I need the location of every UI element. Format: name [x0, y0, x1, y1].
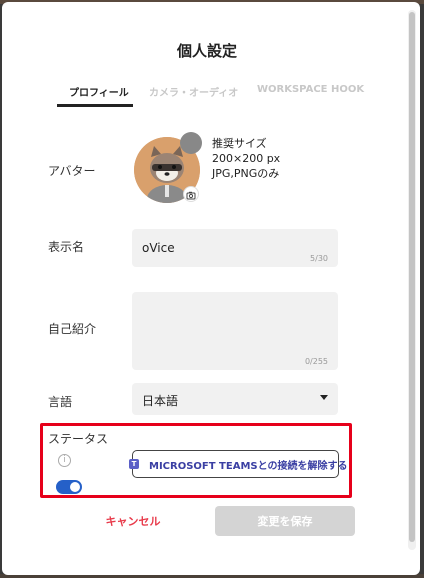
tab-bar: プロフィール カメラ・オーディオ WORKSPACE HOOK: [57, 84, 364, 106]
status-label: ステータス: [48, 432, 109, 446]
bio-counter: 0/255: [304, 357, 328, 366]
avatar-label: アバター: [48, 164, 96, 178]
chevron-down-icon: [320, 395, 328, 400]
active-tab-indicator: [57, 104, 133, 107]
status-toggle[interactable]: [56, 480, 82, 494]
tab-profile[interactable]: プロフィール: [69, 84, 129, 99]
disconnect-teams-label: MICROSOFT TEAMSとの接続を解除する: [149, 460, 348, 472]
display-name-counter: 5/30: [310, 254, 328, 263]
settings-dialog: 個人設定 プロフィール カメラ・オーディオ WORKSPACE HOOK アバタ…: [2, 2, 420, 575]
camera-icon[interactable]: [183, 186, 199, 202]
avatar-info-line: 200×200 px: [212, 152, 281, 165]
language-label: 言語: [48, 395, 73, 409]
scrollbar-thumb[interactable]: [409, 12, 415, 542]
avatar-requirements: 推奨サイズ 200×200 px JPG,PNGのみ: [212, 136, 280, 181]
bio-label: 自己紹介: [48, 322, 97, 336]
display-name-value: oVice: [142, 241, 175, 255]
toggle-knob: [70, 482, 80, 492]
disconnect-teams-button[interactable]: T MICROSOFT TEAMSとの接続を解除する: [129, 450, 348, 478]
avatar-info-line: JPG,PNGのみ: [212, 167, 280, 180]
avatar-status-badge: [180, 132, 202, 154]
language-select[interactable]: 日本語: [132, 383, 338, 415]
display-name-label: 表示名: [48, 240, 85, 254]
language-selected-value: 日本語: [142, 394, 179, 408]
bio-field[interactable]: 0/255: [132, 292, 338, 370]
avatar-info-line: 推奨サイズ: [212, 137, 267, 150]
info-icon[interactable]: i: [58, 454, 71, 467]
display-name-field[interactable]: oVice 5/30: [132, 229, 338, 267]
dialog-title: 個人設定: [176, 42, 237, 60]
tab-workspace-hook[interactable]: WORKSPACE HOOK: [257, 84, 364, 95]
cancel-button[interactable]: キャンセル: [88, 510, 178, 532]
save-changes-button[interactable]: 変更を保存: [215, 506, 355, 536]
microsoft-teams-icon: T: [129, 459, 139, 469]
tab-camera-audio[interactable]: カメラ・オーディオ: [149, 84, 238, 99]
